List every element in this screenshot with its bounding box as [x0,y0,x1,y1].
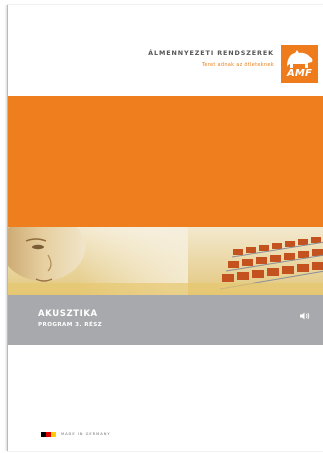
footer: MADE IN GERMANY [41,431,111,437]
page: ÁLMENNYEZETI RENDSZEREK Teret adnak az ö… [0,0,323,453]
header-subtitle: Teret adnak az ötleteknek [201,62,274,68]
speaker-icon [300,312,310,320]
orange-band [8,96,323,227]
brochure-cover: ÁLMENNYEZETI RENDSZEREK Teret adnak az ö… [7,5,323,451]
section-subtitle: PROGRAM 3. RÉSZ [38,322,103,328]
logo-text: AMF [286,68,313,79]
made-in-germany-label: MADE IN GERMANY [61,432,111,436]
amf-logo-icon: AMF [281,45,318,83]
header-title: ÁLMENNYEZETI RENDSZEREK [148,49,274,57]
grey-band: AKUSZTIKA PROGRAM 3. RÉSZ [8,295,323,345]
cover-photo [8,227,323,295]
german-flag-icon [41,431,56,437]
header: ÁLMENNYEZETI RENDSZEREK Teret adnak az ö… [148,49,274,68]
section-title: AKUSZTIKA [38,309,98,319]
photo-collage-image [8,227,323,295]
